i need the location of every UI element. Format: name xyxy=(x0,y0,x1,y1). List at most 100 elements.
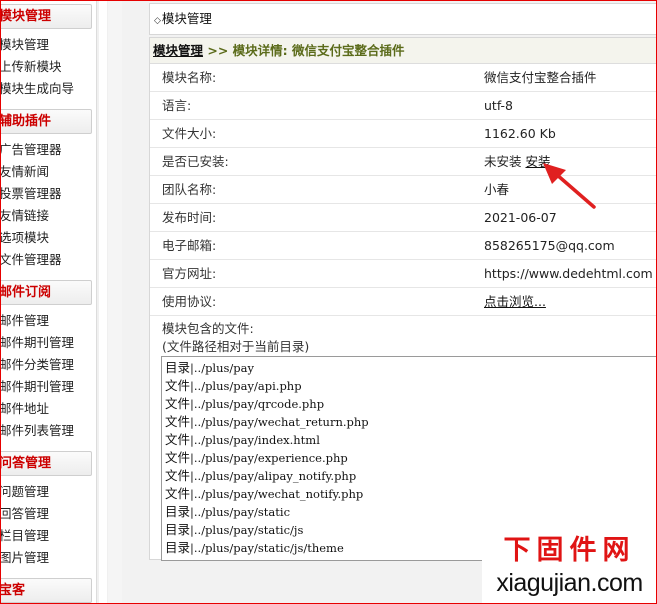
detail-value: 858265175@qq.com xyxy=(484,238,615,253)
sidebar-item-links[interactable]: 友情链接 xyxy=(0,205,92,227)
detail-value: utf-8 xyxy=(484,98,514,113)
file-path: |../plus/pay/api.php xyxy=(190,379,302,393)
file-path: |../plus/pay/wechat_notify.php xyxy=(190,487,364,501)
sidebar-section-plugins: 辅助插件 广告管理器 友情新闻 投票管理器 友情链接 选项模块 文件管理器 xyxy=(0,109,92,271)
file-line: 目录|../plus/pay xyxy=(165,359,657,377)
sidebar-item-ad-manager[interactable]: 广告管理器 xyxy=(0,139,92,161)
sidebar-item-vote-manager[interactable]: 投票管理器 xyxy=(0,183,92,205)
detail-value-container: 点击浏览... xyxy=(484,288,546,316)
watermark-title: 下固件网 xyxy=(503,535,636,566)
file-line: 文件|../plus/pay/experience.php xyxy=(165,449,657,467)
file-kind: 文件 xyxy=(165,468,191,483)
sidebar-item-select-module[interactable]: 选项模块 xyxy=(0,227,92,249)
license-link[interactable]: 点击浏览... xyxy=(484,294,546,309)
file-path: |../plus/pay/alipay_notify.php xyxy=(190,469,357,483)
detail-label: 电子邮箱: xyxy=(162,238,217,253)
sidebar-item-category-manage[interactable]: 邮件分类管理 xyxy=(0,354,92,376)
detail-row-name: 模块名称: 微信支付宝整合插件 xyxy=(150,64,656,92)
detail-value: 微信支付宝整合插件 xyxy=(484,70,597,85)
sidebar-item-mail-list[interactable]: 邮件列表管理 xyxy=(0,420,92,442)
sidebar-section-title[interactable]: 问答管理 xyxy=(0,451,92,476)
main-area: ◇模块管理 模块管理 >> 模块详情: 微信支付宝整合插件 模块名称: 微信支付… xyxy=(122,0,657,604)
sidebar-section-modules: 模块管理 模块管理 上传新模块 模块生成向导 xyxy=(0,4,92,100)
sidebar-section-title[interactable]: 辅助插件 xyxy=(0,109,92,134)
detail-label: 官方网址: xyxy=(162,266,217,281)
file-line: 文件|../plus/pay/wechat_notify.php xyxy=(165,485,657,503)
scrollbar-thumb[interactable] xyxy=(99,0,107,604)
diamond-icon: ◇ xyxy=(154,16,161,26)
file-line: 文件|../plus/pay/alipay_notify.php xyxy=(165,467,657,485)
files-label: 模块包含的文件: (文件路径相对于当前目录) xyxy=(150,316,656,356)
files-label-note: (文件路径相对于当前目录) xyxy=(162,339,310,354)
sidebar-section-qa: 问答管理 问题管理 回答管理 栏目管理 图片管理 xyxy=(0,451,92,569)
sidebar-item-upload-module[interactable]: 上传新模块 xyxy=(0,56,92,78)
watermark: 下固件网 xiagujian.com xyxy=(482,530,657,604)
detail-row-email: 电子邮箱: 858265175@qq.com xyxy=(150,232,656,260)
file-line: 文件|../plus/pay/index.html xyxy=(165,431,657,449)
detail-label: 语言: xyxy=(162,98,192,113)
sidebar-item-news[interactable]: 友情新闻 xyxy=(0,161,92,183)
watermark-url: xiagujian.com xyxy=(496,569,643,597)
detail-row-website: 官方网址: https://www.dedehtml.com xyxy=(150,260,656,288)
detail-label: 文件大小: xyxy=(162,126,217,141)
sidebar-item-issue-manage-2[interactable]: 邮件期刊管理 xyxy=(0,376,92,398)
file-path: |../plus/pay/experience.php xyxy=(190,451,348,465)
install-status: 未安装 xyxy=(484,154,522,169)
file-path: |../plus/pay/index.html xyxy=(190,433,320,447)
breadcrumb-current: >> 模块详情: 微信支付宝整合插件 xyxy=(203,43,405,58)
files-label-title: 模块包含的文件: xyxy=(162,321,254,336)
panel-title: 模块管理 xyxy=(161,11,212,26)
detail-row-language: 语言: utf-8 xyxy=(150,92,656,120)
detail-row-filesize: 文件大小: 1162.60 Kb xyxy=(150,120,656,148)
sidebar-item-mail-manage[interactable]: 邮件管理 xyxy=(0,310,92,332)
sidebar-section-mail: 邮件订阅 邮件管理 邮件期刊管理 邮件分类管理 邮件期刊管理 邮件地址 邮件列表… xyxy=(0,280,92,442)
sidebar-item-module-wizard[interactable]: 模块生成向导 xyxy=(0,78,92,100)
file-kind: 文件 xyxy=(165,414,191,429)
sidebar: 模块管理 模块管理 上传新模块 模块生成向导 辅助插件 广告管理器 友情新闻 投… xyxy=(0,0,108,604)
sidebar-item-module-manage[interactable]: 模块管理 xyxy=(0,34,92,56)
detail-label: 团队名称: xyxy=(162,182,217,197)
file-kind: 文件 xyxy=(165,396,191,411)
sidebar-scrollbar[interactable] xyxy=(96,0,108,604)
breadcrumb: 模块管理 >> 模块详情: 微信支付宝整合插件 xyxy=(150,38,656,64)
file-kind: 目录 xyxy=(165,522,191,537)
sidebar-section-title[interactable]: 宝客 xyxy=(0,578,92,603)
module-detail-box: 模块管理 >> 模块详情: 微信支付宝整合插件 模块名称: 微信支付宝整合插件 … xyxy=(149,37,657,561)
detail-value: https://www.dedehtml.com xyxy=(484,266,653,281)
file-line: 文件|../plus/pay/wechat_return.php xyxy=(165,413,657,431)
sidebar-item-mail-address[interactable]: 邮件地址 xyxy=(0,398,92,420)
file-line: 目录|../plus/pay/static xyxy=(165,503,657,521)
sidebar-item-issue-manage[interactable]: 邮件期刊管理 xyxy=(0,332,92,354)
detail-row-license: 使用协议: 点击浏览... xyxy=(150,288,656,316)
file-kind: 文件 xyxy=(165,486,191,501)
sidebar-item-answer-manage[interactable]: 回答管理 xyxy=(0,503,92,525)
file-kind: 文件 xyxy=(165,378,191,393)
file-path: |../plus/pay/static xyxy=(190,505,291,519)
file-kind: 目录 xyxy=(165,360,191,375)
file-path: |../plus/pay/wechat_return.php xyxy=(190,415,369,429)
sidebar-section-title[interactable]: 模块管理 xyxy=(0,4,92,29)
file-path: |../plus/pay/qrcode.php xyxy=(190,397,325,411)
detail-label: 使用协议: xyxy=(162,294,217,309)
file-kind: 文件 xyxy=(165,450,191,465)
sidebar-item-column-manage[interactable]: 栏目管理 xyxy=(0,525,92,547)
file-path: |../plus/pay xyxy=(190,361,255,375)
red-arrow-annotation xyxy=(543,163,596,209)
panel-header: ◇模块管理 xyxy=(149,3,657,35)
sidebar-item-question-manage[interactable]: 问题管理 xyxy=(0,481,92,503)
breadcrumb-root-link[interactable]: 模块管理 xyxy=(153,43,203,58)
detail-label: 是否已安装: xyxy=(162,154,229,169)
file-line: 文件|../plus/pay/qrcode.php xyxy=(165,395,657,413)
sidebar-item-image-manage[interactable]: 图片管理 xyxy=(0,547,92,569)
sidebar-section-title[interactable]: 邮件订阅 xyxy=(0,280,92,305)
file-kind: 文件 xyxy=(165,432,191,447)
file-kind: 目录 xyxy=(165,504,191,519)
file-path: |../plus/pay/static/js/theme xyxy=(190,541,344,555)
detail-label: 发布时间: xyxy=(162,210,217,225)
detail-value: 1162.60 Kb xyxy=(484,126,556,141)
detail-label: 模块名称: xyxy=(162,70,217,85)
sidebar-section-baoke: 宝客 xyxy=(0,578,92,603)
detail-value: 小春 xyxy=(484,182,510,197)
sidebar-item-file-manager[interactable]: 文件管理器 xyxy=(0,249,92,271)
file-line: 文件|../plus/pay/api.php xyxy=(165,377,657,395)
